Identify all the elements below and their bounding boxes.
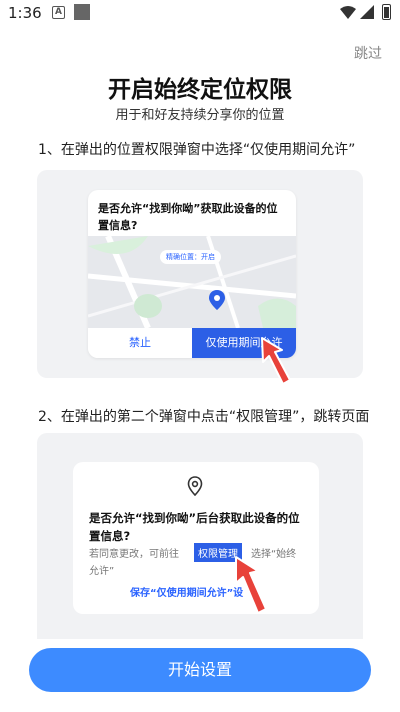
wifi-icon	[340, 6, 356, 19]
step2-instruction: 2、在弹出的第二个弹窗中点击“权限管理”，跳转页面	[38, 409, 370, 425]
battery-icon	[382, 4, 391, 20]
skip-button[interactable]: 跳过	[354, 43, 382, 63]
signal-icon	[360, 5, 374, 19]
status-bar: 1:36 A	[0, 0, 400, 28]
step2-hint-line2: 允许”	[89, 566, 115, 577]
location-outline-icon	[187, 476, 203, 496]
page-subtitle: 用于和好友持续分享你的位置	[115, 108, 285, 123]
step2-dialog-illustration: 是否允许“找到你呦”后台获取此设备的位置信息? 若同意更改，可前往 权限管理 选…	[73, 462, 319, 614]
status-time: 1:36	[8, 4, 42, 22]
step2-hint-before: 若同意更改，可前往	[89, 549, 179, 560]
step1-dialog-illustration: 是否允许“找到你呦”获取此设备的位置信息? 精确位置：开启 禁止 仅使用期间允许	[88, 190, 296, 358]
location-pin-icon	[209, 290, 225, 310]
notification-square-icon	[74, 4, 90, 20]
precise-location-toggle: 精确位置：开启	[160, 250, 221, 264]
page-title: 开启始终定位权限	[108, 77, 292, 103]
start-setup-button[interactable]: 开始设置	[29, 648, 371, 692]
pointer-arrow-icon	[235, 556, 267, 614]
notification-a-icon: A	[52, 6, 65, 19]
pointer-arrow-icon	[261, 337, 291, 385]
step1-instruction: 1、在弹出的位置权限弹窗中选择“仅使用期间允许”	[38, 142, 356, 158]
save-while-using-link: 保存“仅使用期间允许”设	[130, 588, 244, 599]
deny-button: 禁止	[88, 328, 192, 358]
step2-dialog-question: 是否允许“找到你呦”后台获取此设备的位置信息?	[89, 511, 300, 543]
step1-dialog-question: 是否允许“找到你呦”获取此设备的位置信息?	[98, 202, 278, 232]
